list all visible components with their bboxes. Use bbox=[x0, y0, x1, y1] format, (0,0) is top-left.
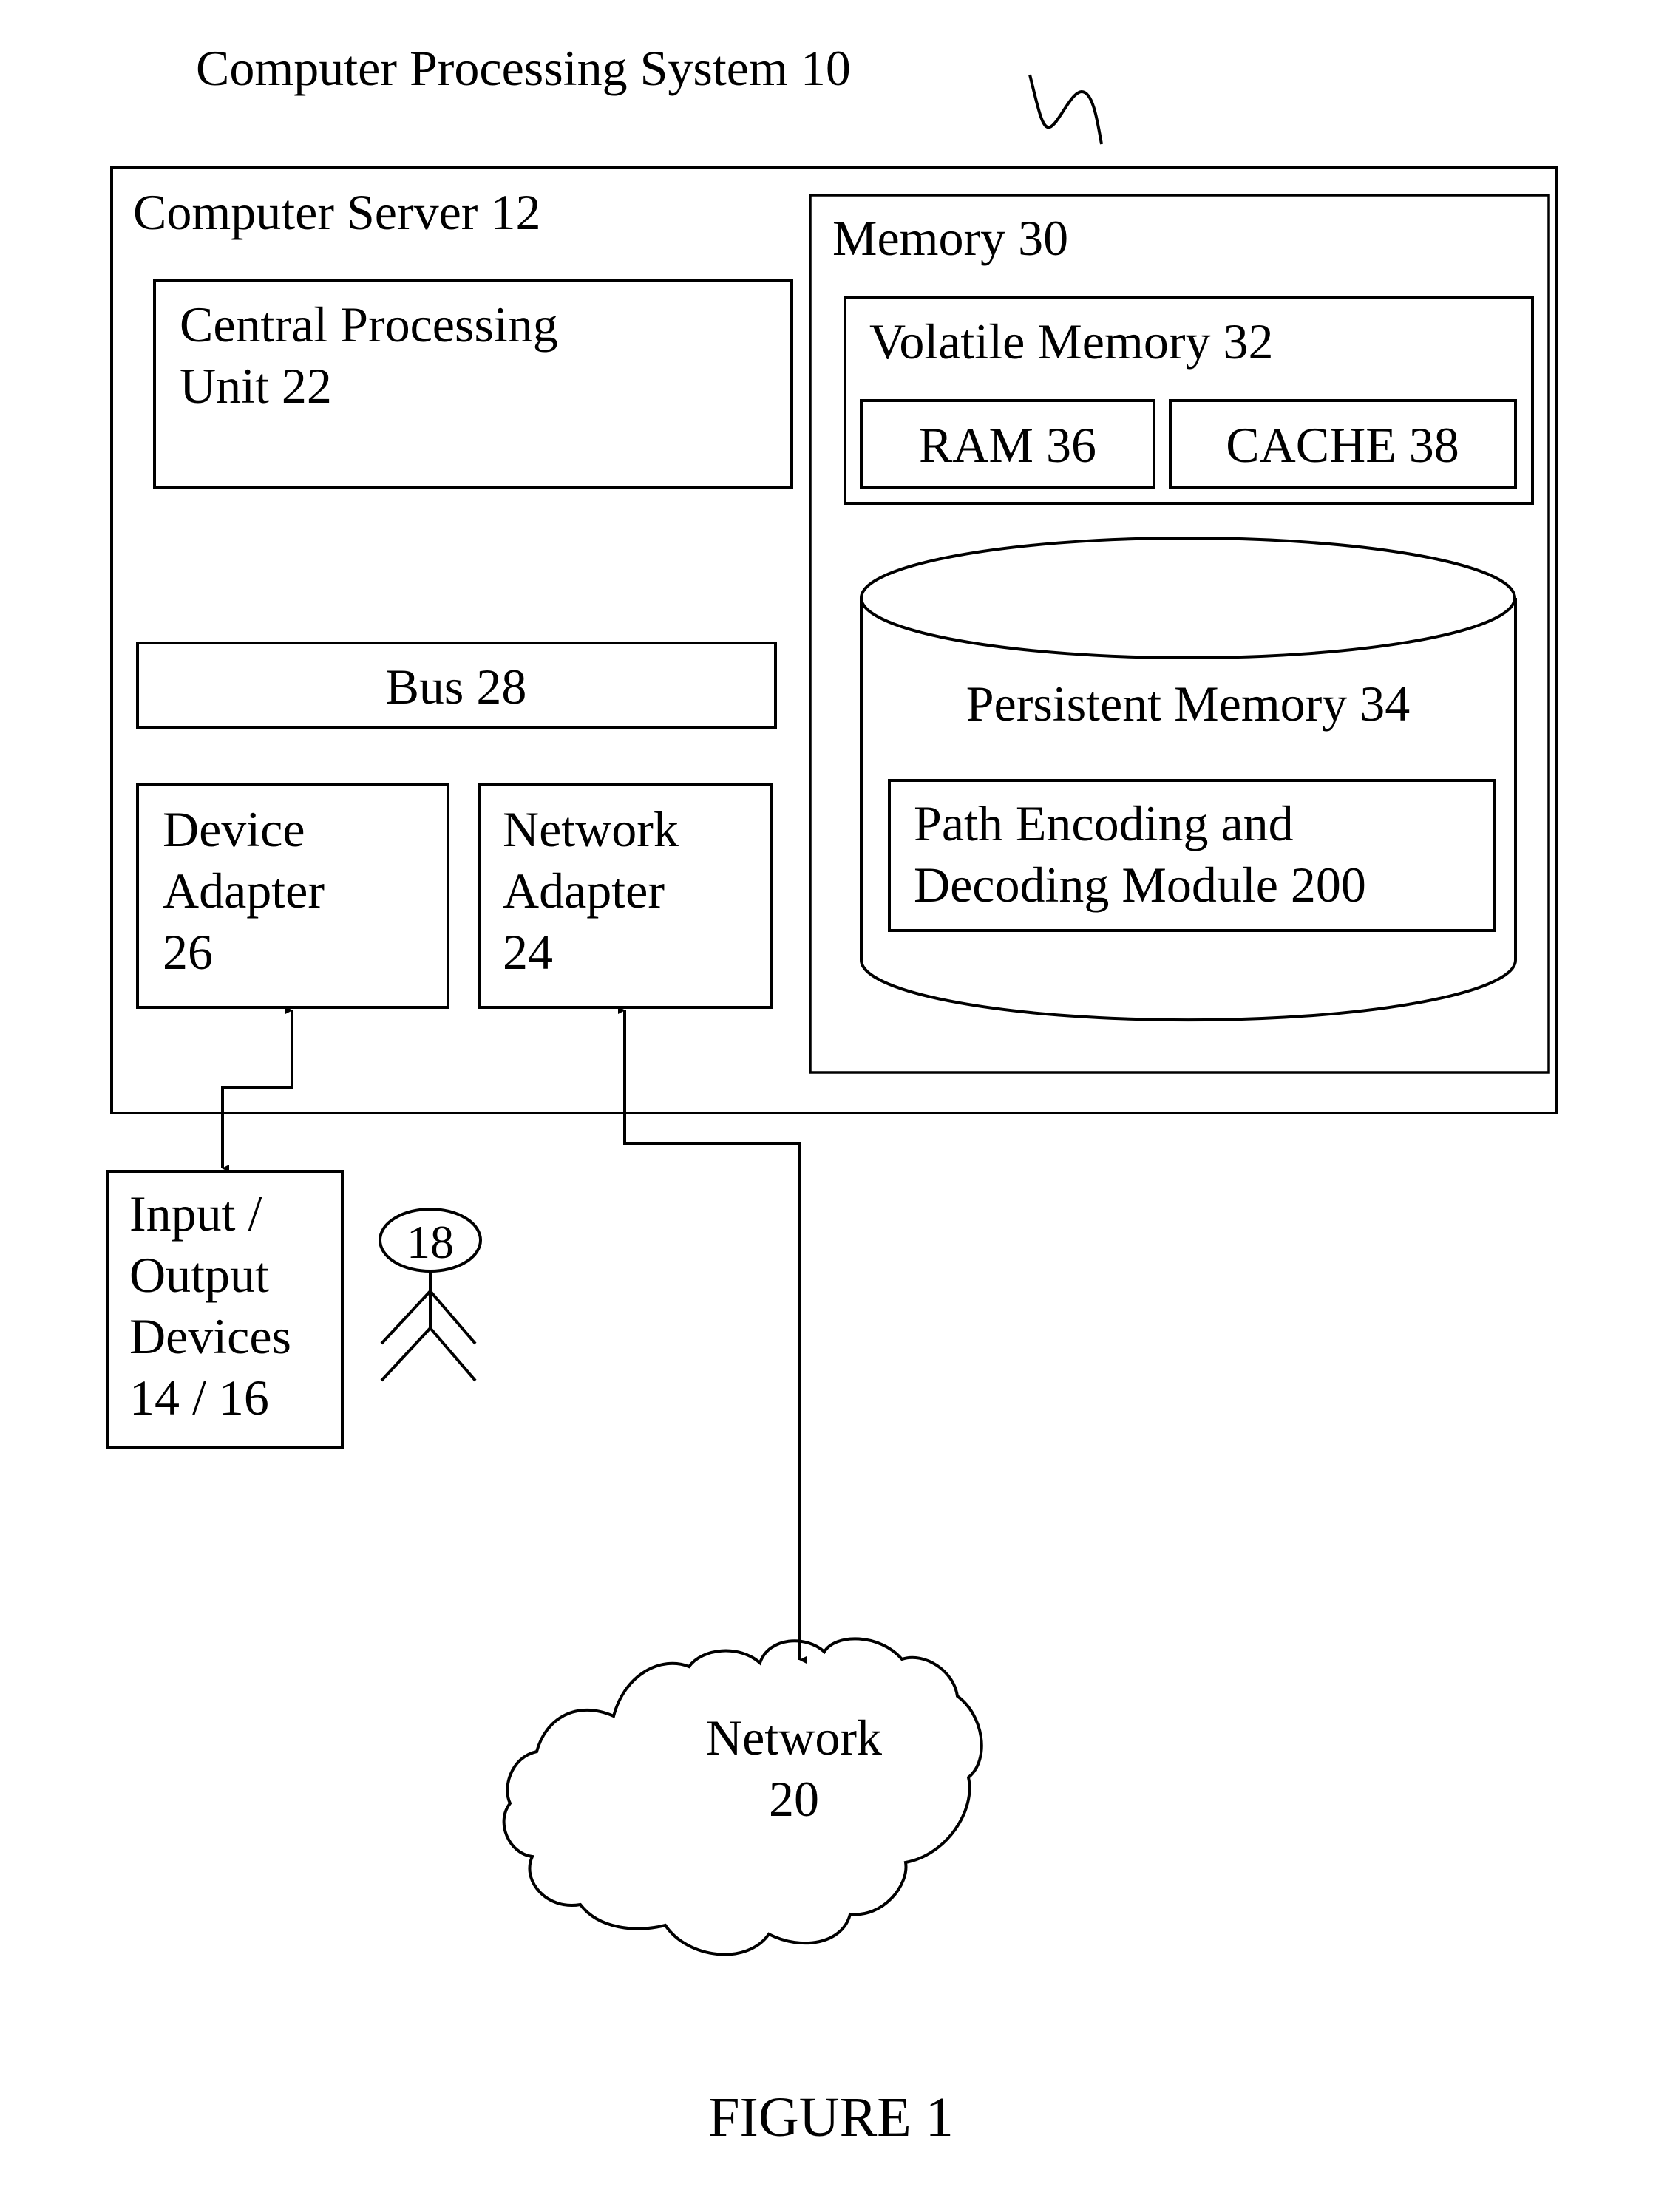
cpu-label-line2: Unit 22 bbox=[180, 358, 332, 414]
module-label-line1: Path Encoding and bbox=[914, 795, 1294, 851]
computer-server: Computer Server 12 Central Processing Un… bbox=[110, 166, 1558, 1114]
persistent-memory: Persistent Memory 34 Path Encoding and D… bbox=[860, 537, 1517, 1022]
memory-title: Memory 30 bbox=[832, 210, 1068, 266]
network-adapter-line1: Network bbox=[503, 801, 679, 857]
network-adapter-line2: Adapter bbox=[503, 862, 665, 919]
network-label-line2: 20 bbox=[769, 1771, 819, 1827]
network-label-line1: Network bbox=[706, 1709, 882, 1766]
io-devices: Input / Output Devices 14 / 16 bbox=[106, 1170, 344, 1449]
cloud-icon bbox=[502, 1637, 983, 1956]
server-title: Computer Server 12 bbox=[133, 184, 540, 240]
network-adapter: Network Adapter 24 bbox=[478, 783, 773, 1009]
cpu: Central Processing Unit 22 bbox=[153, 279, 793, 489]
user-figure-icon: 18 bbox=[379, 1208, 482, 1382]
reference-squiggle-icon bbox=[1028, 74, 1103, 145]
device-io-connector bbox=[221, 1007, 293, 1172]
device-adapter-line1: Device bbox=[163, 801, 305, 857]
io-devices-line3: Devices bbox=[129, 1308, 291, 1364]
volatile-memory: Volatile Memory 32 RAM 36 CACHE 38 bbox=[844, 296, 1534, 505]
figure-caption: FIGURE 1 bbox=[708, 2086, 953, 2148]
memory: Memory 30 Volatile Memory 32 RAM 36 CACH… bbox=[809, 194, 1550, 1074]
io-devices-line2: Output bbox=[129, 1247, 269, 1303]
system-diagram: Computer Processing System 10 Computer S… bbox=[106, 40, 1558, 2148]
bus-label: Bus 28 bbox=[386, 659, 527, 715]
volatile-memory-title: Volatile Memory 32 bbox=[869, 313, 1273, 370]
cpu-label-line1: Central Processing bbox=[180, 296, 558, 353]
device-adapter-line3: 26 bbox=[163, 924, 213, 980]
network-cloud: Network 20 bbox=[502, 1637, 983, 1956]
bus: Bus 28 bbox=[136, 642, 777, 729]
module-label-line2: Decoding Module 200 bbox=[914, 857, 1366, 913]
device-adapter: Device Adapter 26 bbox=[136, 783, 449, 1009]
device-adapter-line2: Adapter bbox=[163, 862, 325, 919]
persistent-memory-title: Persistent Memory 34 bbox=[966, 675, 1411, 732]
network-adapter-line3: 24 bbox=[503, 924, 553, 980]
user-label: 18 bbox=[407, 1216, 454, 1268]
system-title: Computer Processing System 10 bbox=[196, 40, 851, 96]
ram-label: RAM 36 bbox=[919, 417, 1096, 473]
io-devices-line1: Input / bbox=[129, 1185, 262, 1242]
io-devices-line4: 14 / 16 bbox=[129, 1369, 269, 1426]
network-connector bbox=[618, 1007, 807, 1664]
cylinder-top bbox=[860, 537, 1516, 659]
cache-label: CACHE 38 bbox=[1226, 417, 1459, 473]
